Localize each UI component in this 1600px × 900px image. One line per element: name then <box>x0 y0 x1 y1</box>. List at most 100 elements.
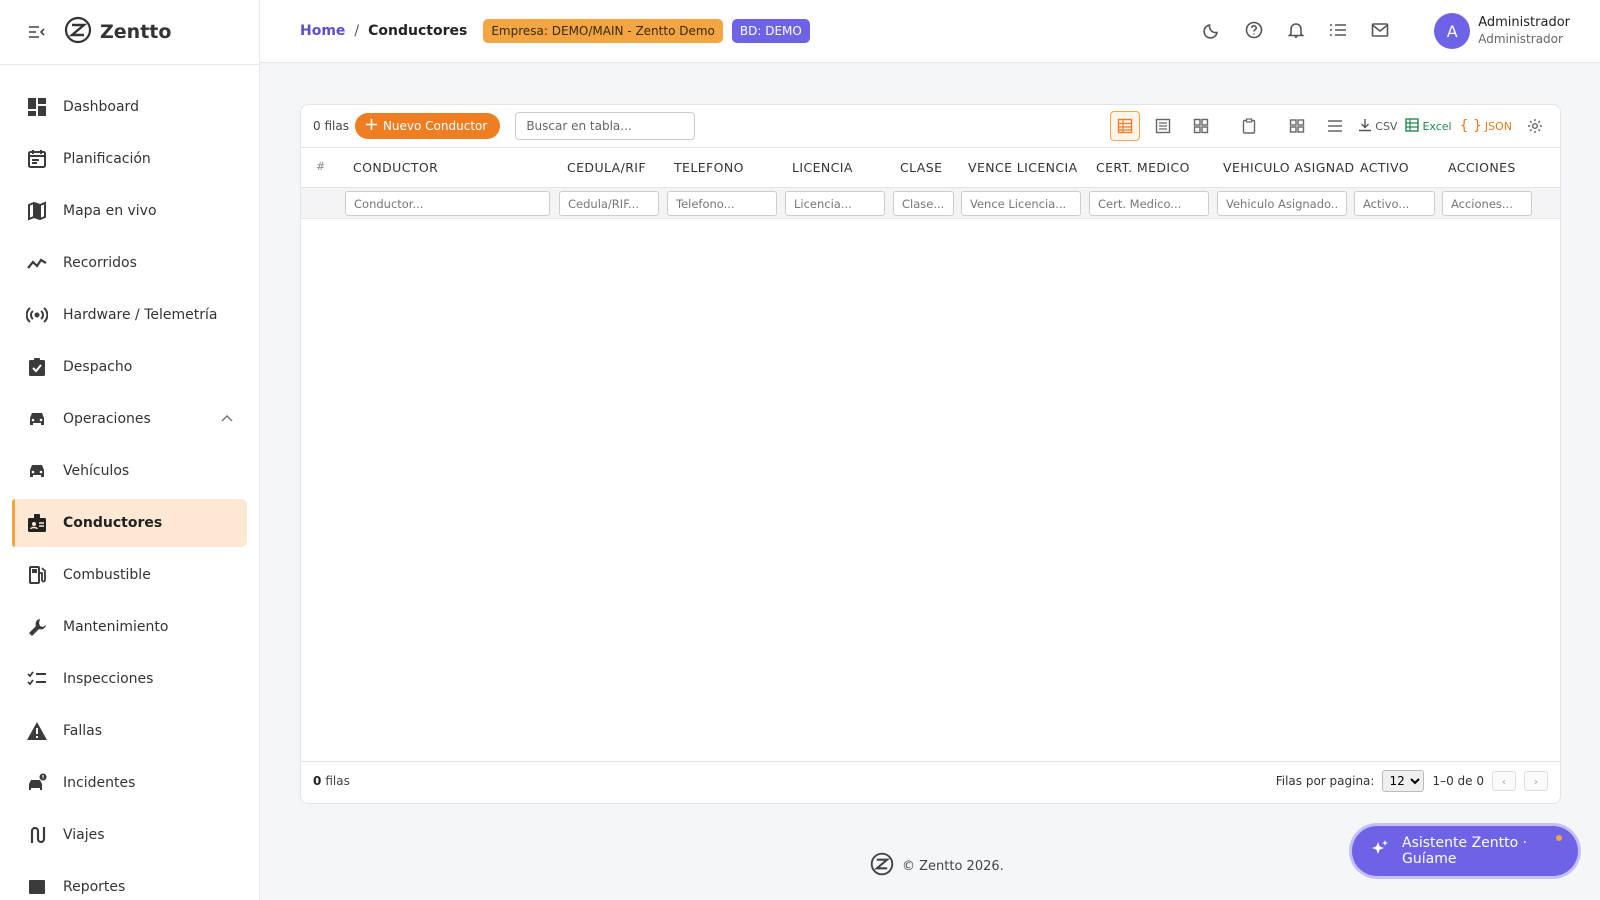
sidebar-item-vehiculos[interactable]: Vehículos <box>12 447 247 495</box>
table-header-row: # CONDUCTOR CEDULA/RIF TELEFONO LICENCIA… <box>301 147 1560 187</box>
row-number-header: # <box>316 160 326 173</box>
report-icon <box>26 876 48 898</box>
sidebar-item-conductores[interactable]: Conductores <box>12 499 247 547</box>
page-footer: © Zentto 2026. <box>870 852 1004 880</box>
filter-vehiculo-asignado-input[interactable] <box>1217 191 1347 216</box>
route-icon <box>26 824 48 846</box>
mail-icon[interactable] <box>1370 20 1390 40</box>
help-icon[interactable] <box>1244 20 1264 40</box>
sidebar-item-despacho[interactable]: Despacho <box>12 343 247 391</box>
sidebar-item-label: Mapa en vivo <box>63 203 157 219</box>
rows-per-page-select[interactable]: 12 <box>1382 770 1425 792</box>
sidebar-item-label: Combustible <box>63 567 151 583</box>
clipboard-check-icon <box>26 356 48 378</box>
assistant-button[interactable]: Asistente Zentto · Guíame <box>1352 826 1578 876</box>
copyright-text: © Zentto 2026. <box>902 858 1004 874</box>
chevron-up-icon[interactable] <box>221 411 233 426</box>
sidebar-item-operaciones[interactable]: Operaciones <box>12 395 247 443</box>
page-range: 1–0 de 0 <box>1432 774 1484 788</box>
sidebar-item-reportes[interactable]: Reportes <box>12 863 247 900</box>
filter-clase-input[interactable] <box>893 191 954 216</box>
card-view-icon[interactable] <box>1186 111 1216 141</box>
sidebar-item-fallas[interactable]: Fallas <box>12 707 247 755</box>
filter-cert-medico-input[interactable] <box>1089 191 1209 216</box>
filter-telefono-input[interactable] <box>667 191 777 216</box>
column-header-vence-licencia[interactable]: VENCE LICENCIA <box>968 160 1078 175</box>
wrench-icon <box>26 616 48 638</box>
sidebar-item-mantenimiento[interactable]: Mantenimiento <box>12 603 247 651</box>
brand[interactable]: Zentto <box>64 16 171 48</box>
clipboard-icon[interactable] <box>1234 111 1264 141</box>
bell-icon[interactable] <box>1286 20 1306 40</box>
dark-mode-icon[interactable] <box>1202 20 1222 40</box>
sidebar-item-label: Viajes <box>63 827 105 843</box>
filter-activo-input[interactable] <box>1354 191 1435 216</box>
column-header-cedula[interactable]: CEDULA/RIF <box>567 160 646 175</box>
sidebar-item-combustible[interactable]: Combustible <box>12 551 247 599</box>
sidebar-item-incidentes[interactable]: Incidentes <box>12 759 247 807</box>
column-header-vehiculo-asignado[interactable]: VEHICULO ASIGNAD <box>1223 160 1355 175</box>
topbar-actions <box>1202 20 1390 40</box>
sidebar-item-label: Conductores <box>63 515 163 531</box>
filter-vence-licencia-input[interactable] <box>961 191 1081 216</box>
export-csv-button[interactable]: CSV <box>1358 111 1397 141</box>
car-icon <box>26 408 48 430</box>
sidebar-item-planificacion[interactable]: Planificación <box>12 135 247 183</box>
column-header-telefono[interactable]: TELEFONO <box>674 160 744 175</box>
filter-conductor-input[interactable] <box>345 191 550 216</box>
sidebar-item-label: Dashboard <box>63 99 139 115</box>
map-icon <box>26 200 48 222</box>
table-tools: CSV Excel { } JSON <box>1102 111 1550 141</box>
assistant-label: Asistente Zentto · Guíame <box>1402 835 1528 867</box>
sparkle-icon <box>1370 839 1390 863</box>
column-header-cert-medico[interactable]: CERT. MEDICO <box>1096 160 1190 175</box>
export-json-button[interactable]: { } JSON <box>1460 111 1512 141</box>
column-header-clase[interactable]: CLASE <box>900 160 942 175</box>
table-footer: 0 filas Filas por pagina: 12 1–0 de 0 ‹ … <box>301 762 1560 800</box>
sidebar-item-hardware[interactable]: Hardware / Telemetría <box>12 291 247 339</box>
breadcrumb-home[interactable]: Home <box>300 23 345 39</box>
next-page-icon[interactable]: › <box>1524 771 1548 791</box>
menu-collapse-icon[interactable] <box>28 23 46 41</box>
previous-page-icon[interactable]: ‹ <box>1492 771 1516 791</box>
columns-grid-icon[interactable] <box>1282 111 1312 141</box>
table-view-icon[interactable] <box>1110 111 1141 141</box>
density-icon[interactable] <box>1320 111 1350 141</box>
sidebar-item-inspecciones[interactable]: Inspecciones <box>12 655 247 703</box>
new-driver-label: Nuevo Conductor <box>382 119 488 133</box>
column-header-activo[interactable]: ACTIVO <box>1360 160 1409 175</box>
sidebar-item-viajes[interactable]: Viajes <box>12 811 247 859</box>
new-driver-button[interactable]: Nuevo Conductor <box>354 113 501 139</box>
breadcrumb-current: Conductores <box>368 23 468 39</box>
export-excel-button[interactable]: Excel <box>1405 111 1452 141</box>
user-role: Administrador <box>1478 32 1563 46</box>
table-search-input[interactable] <box>515 112 696 140</box>
list-view-icon[interactable] <box>1148 111 1178 141</box>
sidebar: Zentto Dashboard Planificación Mapa en v… <box>0 0 260 900</box>
filter-cedula-input[interactable] <box>559 191 659 216</box>
export-excel-label: Excel <box>1422 119 1452 133</box>
sidebar-item-label: Incidentes <box>63 775 136 791</box>
export-json-label: JSON <box>1484 119 1512 133</box>
checklist-icon <box>26 668 48 690</box>
rows-per-page-label: Filas por pagina: <box>1275 774 1375 788</box>
sidebar-item-label: Planificación <box>63 151 151 167</box>
sidebar-item-dashboard[interactable]: Dashboard <box>12 83 247 131</box>
filter-licencia-input[interactable] <box>785 191 885 216</box>
column-header-acciones[interactable]: ACCIONES <box>1448 160 1516 175</box>
sidebar-item-recorridos[interactable]: Recorridos <box>12 239 247 287</box>
filter-acciones-input[interactable] <box>1442 191 1532 216</box>
sidebar-item-label: Fallas <box>63 723 102 739</box>
column-header-licencia[interactable]: LICENCIA <box>792 160 853 175</box>
list-icon[interactable] <box>1328 20 1348 40</box>
notification-dot <box>1556 835 1562 841</box>
sidebar-item-mapa[interactable]: Mapa en vivo <box>12 187 247 235</box>
avatar: A <box>1434 13 1471 49</box>
user-menu[interactable]: A Administrador Administrador <box>1434 13 1570 49</box>
column-header-conductor[interactable]: CONDUCTOR <box>353 160 438 175</box>
sidebar-item-label: Reportes <box>63 879 126 895</box>
download-icon <box>1358 118 1372 135</box>
settings-gear-icon[interactable] <box>1520 111 1550 141</box>
company-badge: Empresa: DEMO/MAIN - Zentto Demo <box>483 19 723 43</box>
table-filter-row <box>301 187 1560 219</box>
